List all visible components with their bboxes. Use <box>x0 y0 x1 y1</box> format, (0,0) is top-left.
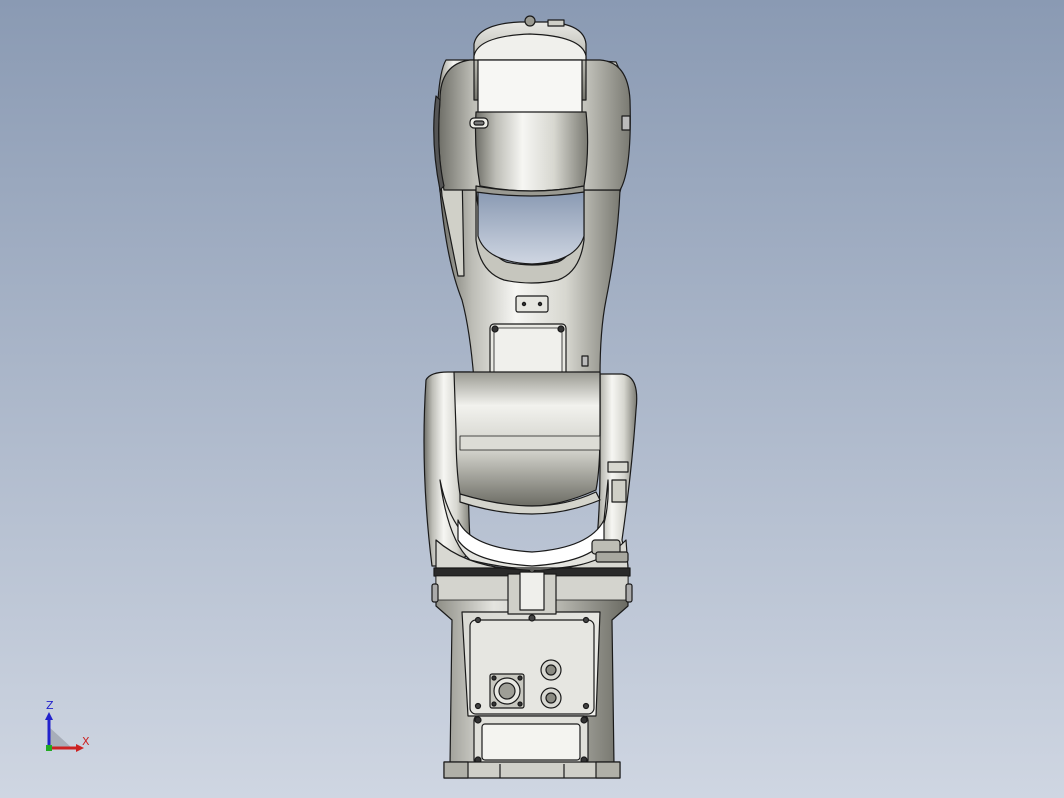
label-plate <box>515 295 549 313</box>
base-cover-plate <box>473 715 589 765</box>
signal-connector-top <box>540 659 562 681</box>
robot-base[interactable] <box>431 563 633 779</box>
cad-viewport[interactable]: Z X <box>0 0 1064 798</box>
model-canvas[interactable] <box>0 0 1064 798</box>
signal-connector-bottom <box>540 687 562 709</box>
y-axis-origin <box>46 745 52 751</box>
robot-arm-model[interactable] <box>423 15 638 779</box>
x-axis-label: X <box>82 735 90 748</box>
power-connector <box>489 673 525 709</box>
z-axis-label: Z <box>46 699 54 712</box>
